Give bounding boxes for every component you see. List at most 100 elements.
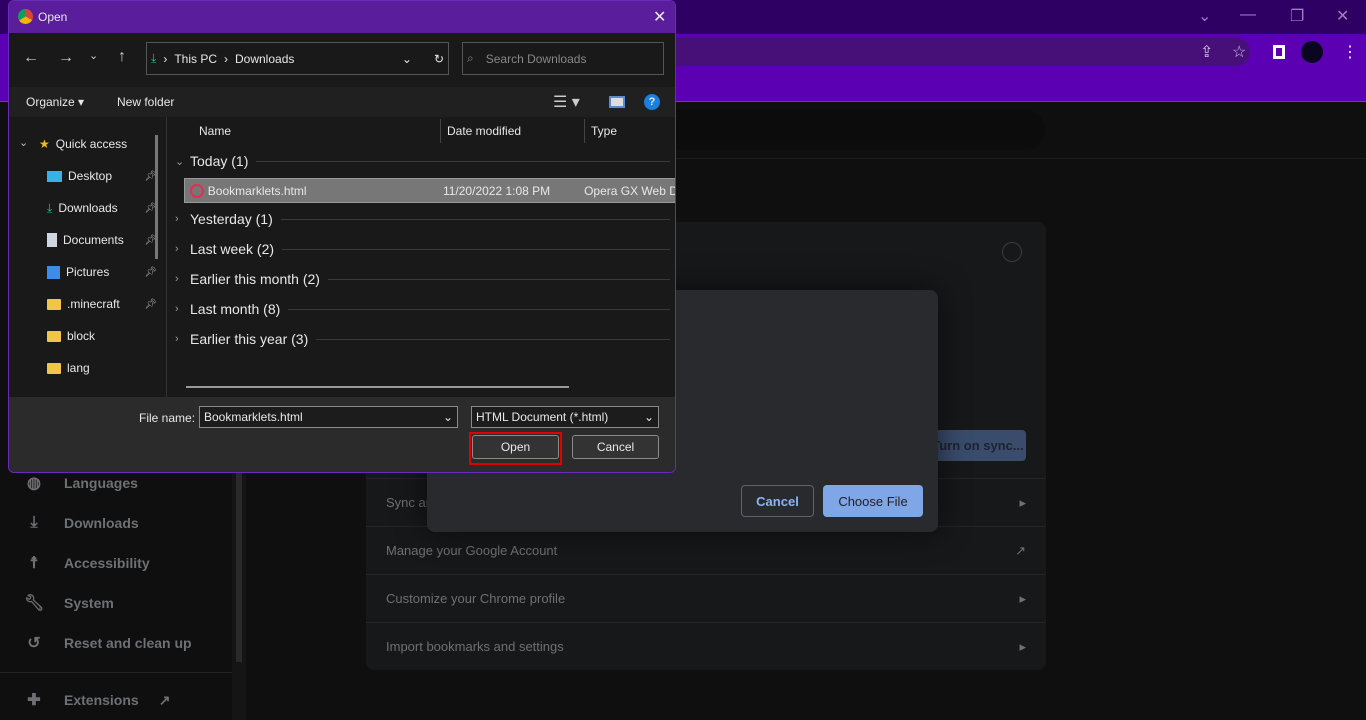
chevron-right-icon: ›: [175, 273, 179, 285]
refresh-icon[interactable]: ↻: [434, 52, 444, 66]
file-row[interactable]: Bookmarklets.html 11/20/2022 1:08 PM Ope…: [184, 178, 675, 203]
back-icon[interactable]: ←: [23, 49, 39, 67]
nav-item-desktop[interactable]: Desktop 📌︎: [47, 166, 157, 186]
sidebar-item-label: Extensions: [64, 692, 139, 708]
restore-icon[interactable]: ❐: [1290, 6, 1304, 26]
sidebar-item-system[interactable]: 🔧︎ System: [24, 591, 114, 615]
group-yesterday[interactable]: › Yesterday (1): [175, 209, 670, 229]
column-date-modified[interactable]: Date modified: [447, 124, 521, 138]
minimize-icon[interactable]: —: [1240, 6, 1256, 24]
button-label: Turn on sync...: [932, 438, 1024, 453]
side-panel-icon[interactable]: [1273, 45, 1285, 59]
button-label: Choose File: [838, 493, 908, 509]
close-icon[interactable]: ✕: [653, 7, 666, 27]
up-icon[interactable]: ↑: [118, 48, 126, 66]
recent-dropdown-icon[interactable]: ⌄: [89, 49, 98, 62]
dialog-title: Open: [38, 10, 68, 24]
dialog-title-bar[interactable]: Open ✕: [9, 1, 675, 33]
row-customize-profile[interactable]: Customize your Chrome profile ▸: [366, 574, 1046, 622]
sidebar-item-label: System: [64, 595, 114, 611]
tab-search-icon[interactable]: ⌄: [1198, 6, 1211, 26]
menu-icon[interactable]: ⋮: [1342, 42, 1358, 62]
chevron-down-icon[interactable]: ⌄: [402, 52, 412, 66]
file-name: Bookmarklets.html: [207, 183, 307, 198]
row-import-bookmarks[interactable]: Import bookmarks and settings ▸: [366, 622, 1046, 670]
sidebar-item-accessibility[interactable]: ☨ Accessibility: [24, 551, 150, 575]
column-name[interactable]: Name: [199, 124, 231, 138]
group-label: Earlier this year (3): [190, 331, 309, 347]
breadcrumb-this-pc[interactable]: This PC: [174, 52, 217, 66]
external-link-icon: ↗: [1015, 542, 1026, 558]
share-icon[interactable]: ⇪: [1200, 42, 1213, 62]
group-label: Last week (2): [190, 241, 275, 257]
address-breadcrumb[interactable]: ⤓ › This PC › Downloads ⌄ ↻: [146, 42, 449, 75]
group-today[interactable]: ⌄ Today (1): [175, 151, 670, 171]
row-label: Manage your Google Account: [386, 543, 558, 558]
row-label: Import bookmarks and settings: [386, 639, 564, 654]
sidebar-item-label: Accessibility: [64, 555, 150, 571]
group-last-week[interactable]: › Last week (2): [175, 239, 670, 259]
help-icon[interactable]: ?: [644, 94, 660, 110]
group-label: Last month (8): [190, 301, 281, 317]
new-folder-button[interactable]: New folder: [117, 95, 174, 109]
group-label: Earlier this month (2): [190, 271, 320, 287]
nav-item-documents[interactable]: Documents 📌︎: [47, 230, 157, 250]
close-window-icon[interactable]: ✕: [1336, 6, 1349, 26]
opera-gx-icon: [190, 183, 204, 198]
avatar[interactable]: [1301, 41, 1323, 63]
folder-icon: [47, 298, 61, 310]
sidebar-item-downloads[interactable]: ⤓ Downloads: [24, 511, 139, 535]
divider: [440, 119, 441, 143]
row-manage-account[interactable]: Manage your Google Account ↗: [366, 526, 1046, 574]
file-name-input[interactable]: Bookmarklets.html ⌄: [199, 406, 458, 428]
nav-quick-access[interactable]: ★ Quick access: [39, 134, 149, 154]
chevron-down-icon: ⌄: [643, 410, 654, 424]
nav-item-downloads[interactable]: ⤓ Downloads 📌︎: [47, 198, 157, 218]
folder-icon: [47, 362, 61, 374]
pin-icon: 📌︎: [144, 266, 157, 278]
nav-item-block[interactable]: block: [47, 326, 157, 346]
nav-label: Desktop: [68, 169, 113, 183]
open-button[interactable]: Open: [472, 435, 559, 459]
accessibility-icon: ☨: [29, 555, 39, 572]
horizontal-scrollbar[interactable]: [186, 386, 569, 388]
file-name-label: File name:: [139, 411, 196, 425]
nav-label: lang: [67, 361, 90, 375]
breadcrumb-downloads[interactable]: Downloads: [235, 52, 294, 66]
external-link-icon: ↗: [158, 691, 171, 708]
choose-file-button[interactable]: Choose File: [823, 485, 923, 517]
sidebar-item-languages[interactable]: ◍ Languages: [24, 471, 138, 495]
button-label: Organize: [26, 95, 75, 109]
nav-item-lang[interactable]: lang: [47, 358, 157, 378]
cancel-button[interactable]: Cancel: [572, 435, 659, 459]
expand-chevron-icon[interactable]: ⌄: [19, 136, 28, 149]
row-label: Customize your Chrome profile: [386, 591, 566, 606]
modal-cancel-button[interactable]: Cancel: [741, 485, 814, 517]
view-options-icon[interactable]: ☰ ▾: [553, 92, 580, 112]
history-icon: ↺: [27, 635, 41, 652]
nav-item-minecraft[interactable]: .minecraft 📌︎: [47, 294, 157, 314]
bookmark-star-icon[interactable]: ☆: [1232, 42, 1246, 62]
nav-item-pictures[interactable]: Pictures 📌︎: [47, 262, 157, 282]
sidebar-item-label: Downloads: [64, 515, 139, 531]
preview-pane-icon[interactable]: [609, 96, 625, 108]
address-bar[interactable]: [660, 38, 1250, 66]
file-type-select[interactable]: HTML Document (*.html) ⌄: [471, 406, 659, 428]
nav-scrollbar[interactable]: [155, 135, 158, 259]
chevron-right-icon: ›: [175, 243, 179, 255]
search-input[interactable]: ⌕ Search Downloads: [462, 42, 664, 75]
chevron-right-icon: ›: [175, 333, 179, 345]
group-earlier-this-year[interactable]: › Earlier this year (3): [175, 329, 670, 349]
organize-button[interactable]: Organize ▾: [26, 95, 84, 109]
group-last-month[interactable]: › Last month (8): [175, 299, 670, 319]
turn-on-sync-button[interactable]: Turn on sync...: [930, 430, 1026, 461]
column-type[interactable]: Type: [591, 124, 617, 138]
star-icon: ★: [39, 137, 50, 151]
sidebar-item-reset[interactable]: ↺ Reset and clean up: [24, 631, 191, 655]
sidebar-item-extensions[interactable]: ✚ Extensions ↗: [24, 688, 170, 712]
chevron-down-icon[interactable]: ⌄: [443, 410, 453, 424]
group-earlier-this-month[interactable]: › Earlier this month (2): [175, 269, 670, 289]
button-label: Cancel: [596, 440, 635, 454]
forward-icon[interactable]: →: [58, 49, 74, 67]
folder-icon: [47, 330, 61, 342]
